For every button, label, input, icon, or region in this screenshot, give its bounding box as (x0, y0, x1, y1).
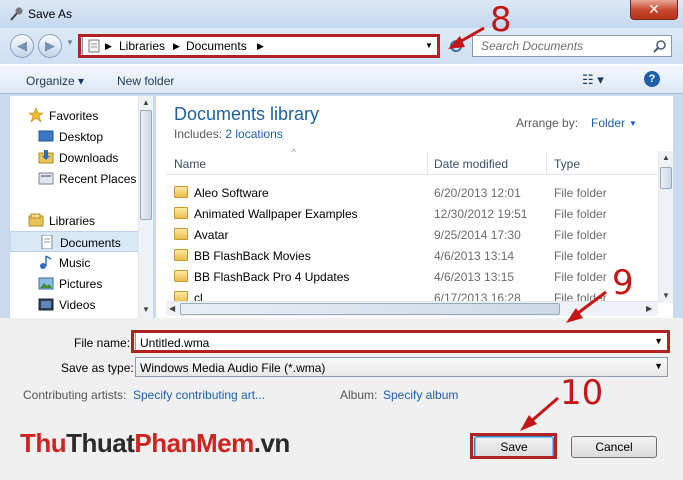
watermark-part: Thuat (66, 428, 135, 458)
watermark-logo: ThuThuatPhanMem.vn (20, 428, 290, 459)
annotation-number-9: 9 (612, 263, 634, 303)
watermark-part: .vn (253, 428, 291, 458)
watermark-part: Thu (20, 428, 67, 458)
annotation-number-10: 10 (560, 373, 604, 413)
watermark-part: PhanMem (134, 428, 254, 458)
arrow-head-step-8 (448, 36, 465, 49)
annotation-number-8: 8 (490, 0, 512, 40)
